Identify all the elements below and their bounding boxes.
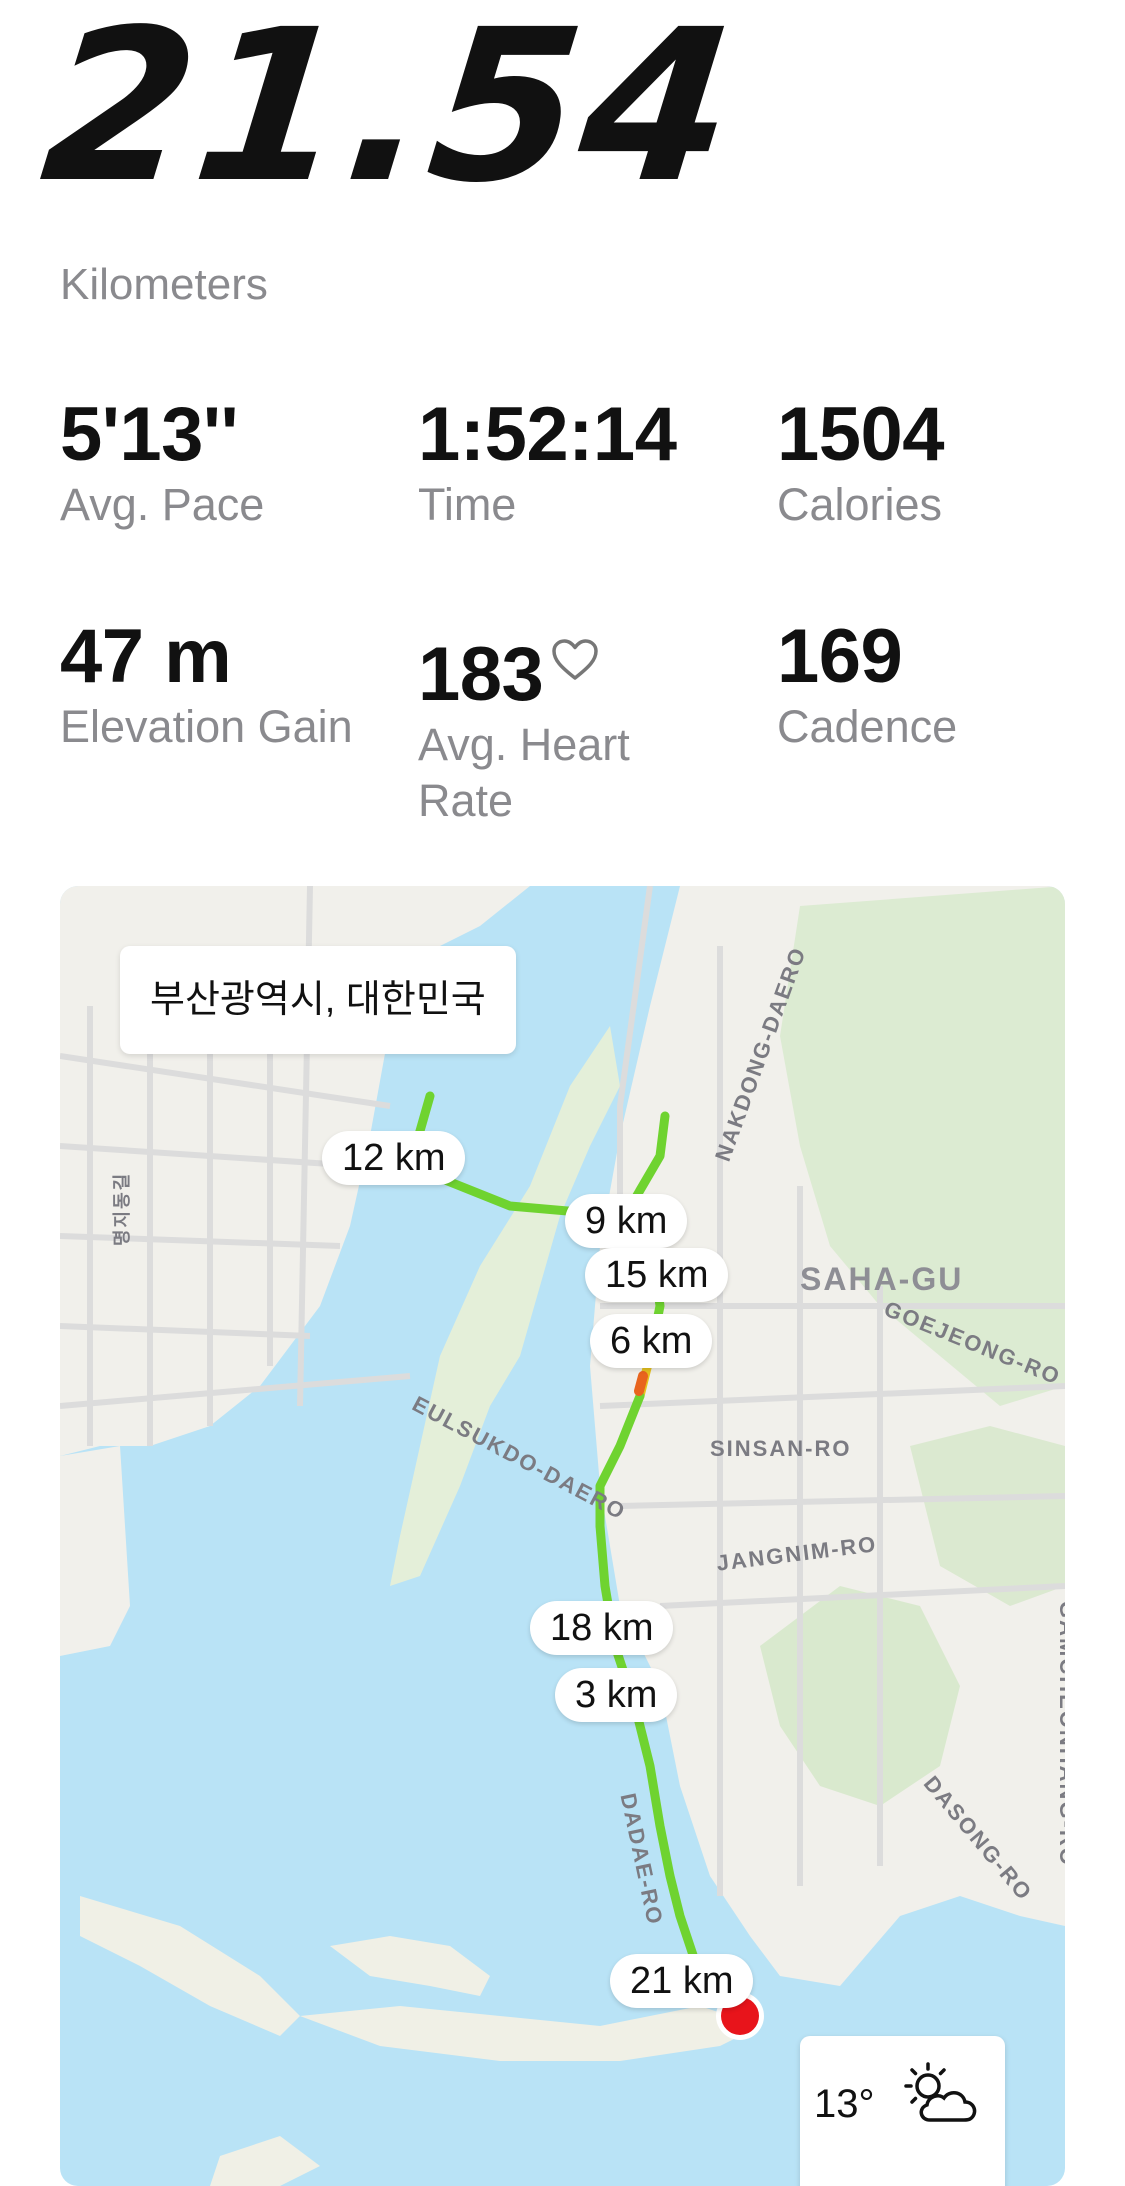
stat-cadence: 169 Cadence (777, 617, 1107, 755)
map-background (60, 886, 1065, 2186)
distance-unit-label: Kilometers (60, 260, 268, 309)
map-label-gamcheonhang-ro: GAMCHEONHANG-RO (1055, 1601, 1065, 1867)
map-label-sinsan-ro: SINSAN-RO (710, 1436, 852, 1461)
km-marker-18: 18 km (530, 1601, 674, 1655)
stat-label: Elevation Gain (60, 701, 353, 752)
heart-outline-icon (551, 617, 599, 697)
stat-value: 1504 (777, 392, 945, 477)
km-marker-6: 6 km (590, 1314, 713, 1368)
km-marker-3: 3 km (555, 1668, 678, 1722)
stat-label: Avg. Pace (60, 479, 265, 530)
stat-label: Time (418, 479, 517, 530)
route-map[interactable]: SAHA-GU EULSUKDO-DAERO SINSAN-RO JANGNIM… (60, 886, 1065, 2186)
km-marker-21: 21 km (610, 1954, 754, 2008)
stat-time: 1:52:14 Time (418, 395, 748, 533)
weather-temperature: 13° (814, 2082, 875, 2126)
stat-calories: 1504 Calories (777, 395, 1107, 533)
location-label: 부산광역시, 대한민국 (120, 946, 516, 1054)
stat-value: 47 m (60, 614, 232, 699)
stat-label: Calories (777, 479, 943, 530)
stat-value: 169 (777, 614, 903, 699)
km-marker-15: 15 km (585, 1248, 729, 1302)
stat-value: 5'13'' (60, 392, 239, 477)
distance-value: 21.54 (33, 0, 747, 229)
stat-avg-pace: 5'13'' Avg. Pace (60, 395, 390, 533)
map-label-saha-gu: SAHA-GU (800, 1261, 964, 1297)
stat-value: 183 (418, 632, 544, 717)
stat-label: Avg. Heart Rate (418, 719, 630, 826)
stat-elevation-gain: 47 m Elevation Gain (60, 617, 360, 755)
stat-avg-heart-rate: 183 Avg. Heart Rate (418, 617, 718, 829)
map-label-myeongji: 명지동길 (112, 1171, 132, 1246)
km-marker-9: 9 km (565, 1194, 688, 1248)
stat-value: 1:52:14 (418, 392, 677, 477)
weather-card: 13° (800, 2036, 1005, 2186)
km-marker-12: 12 km (322, 1131, 466, 1185)
stat-label: Cadence (777, 701, 958, 752)
